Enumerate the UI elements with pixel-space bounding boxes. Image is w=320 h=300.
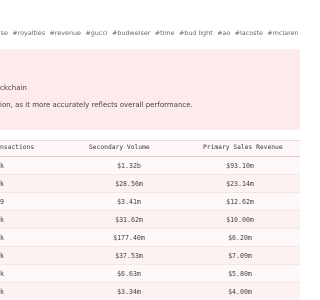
transactions-cell: 9: [0, 198, 4, 206]
tag-link[interactable]: #budweiser: [112, 29, 150, 37]
table-row[interactable]: k $1.32b $93.10m: [0, 157, 300, 175]
secondary-volume-cell: $6.63m: [117, 270, 141, 278]
page: rse #royalties #revenue #gucci #budweiser #ti…: [0, 0, 300, 300]
column-header-primary-sales-revenue[interactable]: Primary Sales Revenue: [203, 144, 283, 151]
primary-sales-revenue-cell: $6.20m: [228, 234, 252, 242]
secondary-volume-cell: $3.34m: [117, 288, 141, 296]
primary-sales-revenue-cell: $10.00m: [226, 216, 254, 224]
secondary-volume-cell: $3.41m: [117, 198, 141, 206]
secondary-volume-cell: $31.62m: [115, 216, 143, 224]
secondary-volume-cell: $28.56m: [115, 180, 143, 188]
primary-sales-revenue-cell: $4.00m: [228, 288, 252, 296]
transactions-cell: k: [0, 288, 4, 296]
table-row[interactable]: k $28.56m $23.14m: [0, 175, 300, 193]
notice-line-1: ckchain: [0, 84, 27, 92]
tag-link[interactable]: #gucci: [85, 29, 107, 37]
transactions-cell: k: [0, 270, 4, 278]
table-row[interactable]: k $6.63m $5.80m: [0, 265, 300, 283]
notice-panel: [0, 49, 300, 130]
collections-table: nsactions Secondary Volume Primary Sales…: [0, 141, 300, 300]
table-row[interactable]: k $37.53m $7.09m: [0, 247, 300, 265]
column-header-transactions[interactable]: nsactions: [0, 144, 34, 151]
transactions-cell: k: [0, 216, 4, 224]
transactions-cell: k: [0, 234, 4, 242]
notice-line-2: ion, as it more accurately reflects over…: [0, 101, 193, 109]
transactions-cell: k: [0, 252, 4, 260]
tag-link[interactable]: #mclaren: [267, 29, 298, 37]
table-body: k $1.32b $93.10m k $28.56m $23.14m 9 $3.41m $12.…: [0, 157, 300, 300]
secondary-volume-cell: $177.40m: [113, 234, 145, 242]
secondary-volume-cell: $37.53m: [115, 252, 143, 260]
tag-link[interactable]: #royalties: [12, 29, 45, 37]
tag-strip: rse #royalties #revenue #gucci #budweiser #ti…: [0, 28, 300, 38]
column-header-secondary-volume[interactable]: Secondary Volume: [89, 144, 150, 151]
tag-link[interactable]: rse: [0, 29, 8, 37]
tag-link[interactable]: #time: [155, 29, 175, 37]
primary-sales-revenue-cell: $5.80m: [228, 270, 252, 278]
primary-sales-revenue-cell: $12.62m: [226, 198, 254, 206]
primary-sales-revenue-cell: $93.10m: [226, 162, 254, 170]
primary-sales-revenue-cell: $7.09m: [228, 252, 252, 260]
tag-link[interactable]: #lacoste: [235, 29, 263, 37]
table-row[interactable]: k $177.40m $6.20m: [0, 229, 300, 247]
primary-sales-revenue-cell: $23.14m: [226, 180, 254, 188]
tag-link[interactable]: #revenue: [49, 29, 81, 37]
tag-link[interactable]: #bud light: [179, 29, 213, 37]
tag-link[interactable]: #ao: [217, 29, 230, 37]
secondary-volume-cell: $1.32b: [117, 162, 141, 170]
table-row[interactable]: 9 $3.41m $12.62m: [0, 193, 300, 211]
transactions-cell: k: [0, 180, 4, 188]
table-row[interactable]: k $31.62m $10.00m: [0, 211, 300, 229]
table-row[interactable]: k $3.34m $4.00m: [0, 283, 300, 300]
transactions-cell: k: [0, 162, 4, 170]
table-header: nsactions Secondary Volume Primary Sales…: [0, 141, 300, 157]
